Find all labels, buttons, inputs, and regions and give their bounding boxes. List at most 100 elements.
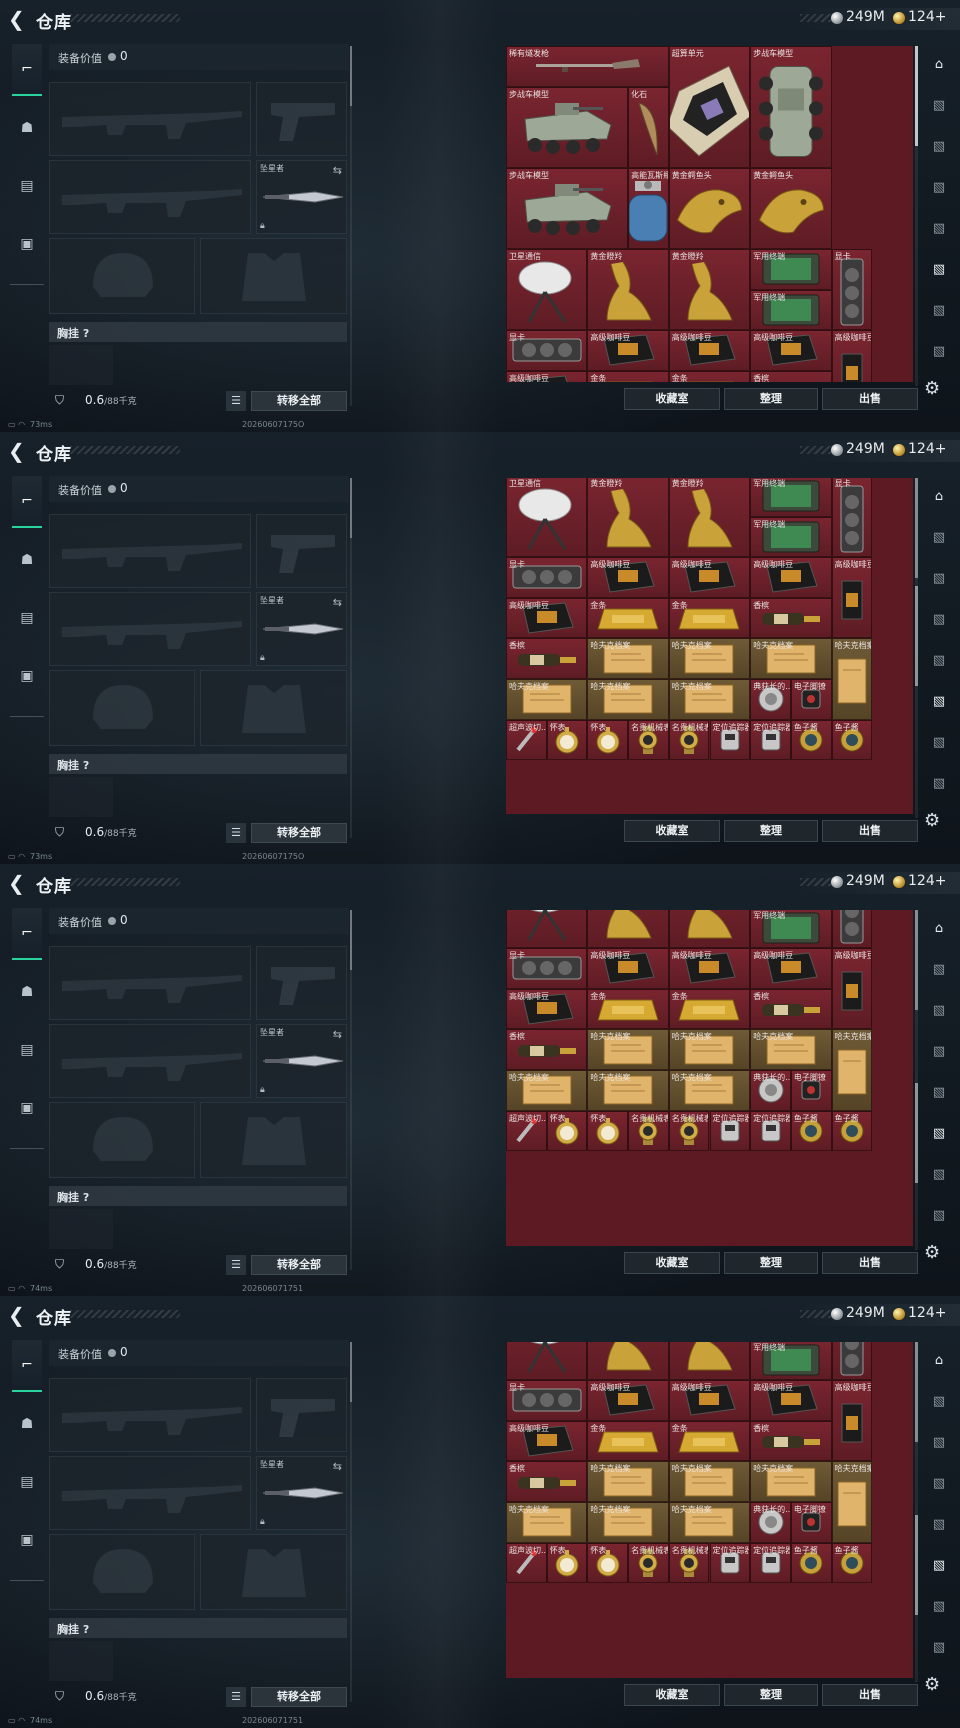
swap-arrows-icon[interactable]: ⇆	[333, 596, 342, 609]
equipment-scrollbar[interactable]	[350, 478, 352, 838]
silver-amount[interactable]: 249M	[846, 441, 885, 457]
chest-rig-slot[interactable]	[49, 777, 113, 817]
inventory-item[interactable]: 军用终端	[750, 478, 832, 517]
inventory-item[interactable]: 哈夫克档案	[750, 1461, 832, 1502]
inventory-item[interactable]: 金条	[587, 1420, 669, 1462]
inventory-item[interactable]: 卫星通信	[506, 910, 588, 949]
storage-tab-7[interactable]: ▧	[924, 290, 954, 330]
secondary-weapon-slot[interactable]	[49, 1024, 251, 1098]
storage-tab-4[interactable]: ▧	[924, 599, 954, 639]
inventory-item[interactable]: 步战车模型	[506, 86, 629, 168]
inventory-item[interactable]: 黄金瞪羚	[587, 478, 669, 558]
chest-rig-header[interactable]: 胸挂 ?	[49, 754, 347, 774]
melee-slot[interactable]: 坠星者 ⇆ 🔒︎	[256, 160, 347, 234]
collection-room-button[interactable]: 收藏室	[624, 1252, 720, 1274]
chest-rig-header[interactable]: 胸挂 ?	[49, 1186, 347, 1206]
inventory-item[interactable]: 显卡	[506, 948, 588, 989]
equipment-scrollbar[interactable]	[350, 910, 352, 1270]
inventory-item[interactable]: 显卡	[506, 1380, 588, 1421]
loadout-tab-4[interactable]: ▣	[12, 1514, 42, 1566]
loadout-tab-4[interactable]: ▣	[12, 1082, 42, 1134]
inventory-item[interactable]: 高级咖啡豆	[668, 1380, 751, 1421]
sidearm-slot[interactable]	[256, 1378, 347, 1452]
collection-room-button[interactable]: 收藏室	[624, 820, 720, 842]
storage-tab-2[interactable]: ▧	[924, 949, 954, 989]
melee-slot[interactable]: 坠星者 ⇆ 🔒︎	[256, 1456, 347, 1530]
armor-slot[interactable]	[200, 670, 347, 746]
inventory-item[interactable]: 哈夫克档案	[587, 1461, 669, 1502]
inventory-item[interactable]: 鱼子酱	[790, 719, 832, 761]
inventory-item[interactable]: 高级咖啡豆	[506, 1420, 588, 1462]
chest-rig-header[interactable]: 胸挂 ?	[49, 322, 347, 342]
storage-tab-5[interactable]: ▧	[924, 208, 954, 248]
equipment-scrollbar[interactable]	[350, 1342, 352, 1702]
inventory-item[interactable]: 化石	[628, 86, 669, 168]
storage-tab-3[interactable]: ▧	[924, 126, 954, 166]
loadout-tab-4[interactable]: ▣	[12, 218, 42, 270]
inventory-item[interactable]: 鱼子酱	[831, 719, 873, 761]
inventory-item[interactable]: 黄金瞪羚	[587, 910, 669, 949]
inventory-item[interactable]: 显卡	[506, 330, 588, 371]
inventory-item[interactable]: 哈夫克档案	[506, 1502, 588, 1543]
storage-tab-3[interactable]: ▧	[924, 558, 954, 598]
sidearm-slot[interactable]	[256, 82, 347, 156]
inventory-item[interactable]: 显卡	[831, 249, 873, 331]
back-arrow-icon[interactable]: ❮	[8, 8, 28, 30]
inventory-item[interactable]: 显卡	[831, 1342, 873, 1381]
storage-tab-8[interactable]: ▧	[924, 1195, 954, 1235]
inventory-item[interactable]: 名贵机械表	[628, 1110, 669, 1152]
inventory-item[interactable]: 高级咖啡豆	[750, 330, 832, 371]
inventory-item[interactable]: 黄金鳄鱼头	[668, 167, 751, 249]
silver-amount[interactable]: 249M	[846, 1305, 885, 1321]
armor-slot[interactable]	[200, 1102, 347, 1178]
transfer-all-button[interactable]: 转移全部	[251, 1255, 347, 1275]
settings-gear-icon[interactable]: ⚙	[924, 1242, 940, 1263]
inventory-item[interactable]: 高级咖啡豆	[668, 948, 751, 989]
scrollbar-thumb[interactable]	[915, 46, 918, 146]
inventory-item[interactable]: 哈夫克档案	[750, 1029, 832, 1070]
swap-arrows-icon[interactable]: ⇆	[333, 164, 342, 177]
inventory-item[interactable]: 高级咖啡豆	[587, 557, 669, 598]
inventory-item[interactable]: 香槟	[750, 1420, 832, 1462]
inventory-item[interactable]: 名贵机械表	[628, 1542, 669, 1584]
scrollbar-thumb[interactable]	[915, 586, 918, 686]
inventory-item[interactable]: 定位追踪器	[750, 1110, 791, 1152]
storage-tab-2[interactable]: ▧	[924, 1381, 954, 1421]
inventory-item[interactable]: 金条	[668, 370, 751, 382]
list-view-button[interactable]: ☰	[226, 823, 246, 843]
inventory-item[interactable]: 香槟	[506, 1029, 588, 1070]
gold-amount[interactable]: 124+	[908, 873, 946, 889]
chest-rig-header[interactable]: 胸挂 ?	[49, 1618, 347, 1638]
storage-tab-4[interactable]: ▧	[924, 167, 954, 207]
inventory-item[interactable]: 高级咖啡豆	[831, 1380, 873, 1462]
inventory-item[interactable]: 高级咖啡豆	[587, 330, 669, 371]
transfer-all-button[interactable]: 转移全部	[251, 391, 347, 411]
inventory-item[interactable]: 高级咖啡豆	[831, 330, 873, 382]
melee-slot[interactable]: 坠星者 ⇆ 🔒︎	[256, 592, 347, 666]
loadout-tab-2[interactable]: ☗	[12, 102, 42, 154]
inventory-item[interactable]: 鱼子酱	[790, 1542, 832, 1584]
inventory-item[interactable]: 高级咖啡豆	[668, 557, 751, 598]
sort-button[interactable]: 整理	[724, 820, 818, 842]
inventory-item[interactable]: 定位追踪器	[709, 1542, 751, 1584]
sell-button[interactable]: 出售	[822, 1684, 918, 1706]
list-view-button[interactable]: ☰	[226, 391, 246, 411]
inventory-item[interactable]: 哈夫克档案	[587, 638, 669, 679]
inventory-item[interactable]: 军用终端	[750, 516, 832, 558]
settings-gear-icon[interactable]: ⚙	[924, 378, 940, 399]
storage-tab-5[interactable]: ▧	[924, 640, 954, 680]
inventory-item[interactable]: 哈夫克档案	[831, 1029, 873, 1111]
transfer-all-button[interactable]: 转移全部	[251, 823, 347, 843]
primary-weapon-slot[interactable]	[49, 82, 251, 156]
chest-rig-slot[interactable]	[49, 1209, 113, 1249]
storage-tab-7[interactable]: ▧	[924, 722, 954, 762]
storage-tab-5[interactable]: ▧	[924, 1072, 954, 1112]
inventory-item[interactable]: 怀表	[587, 719, 629, 761]
storage-tab-8[interactable]: ▧	[924, 763, 954, 803]
inventory-item[interactable]: 黄金瞪羚	[668, 478, 751, 558]
loadout-tab-1[interactable]: ⌐	[12, 1340, 42, 1392]
inventory-item[interactable]: 怀表	[587, 1110, 629, 1152]
back-arrow-icon[interactable]: ❮	[8, 440, 28, 462]
equipment-scrollbar[interactable]	[350, 46, 352, 406]
sidearm-slot[interactable]	[256, 514, 347, 588]
